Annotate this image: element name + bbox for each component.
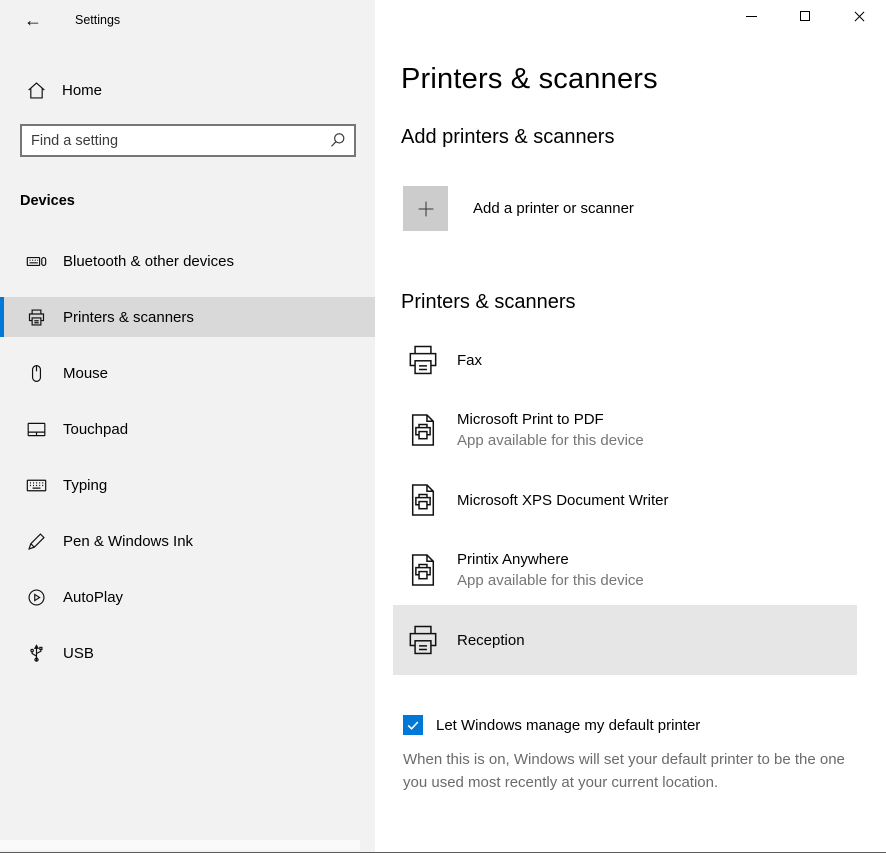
sidebar-section-label: Devices bbox=[20, 193, 375, 209]
printer-name: Fax bbox=[457, 352, 482, 369]
sidebar: ← Settings Home Devices bbox=[0, 0, 375, 852]
printer-row-fax[interactable]: Fax bbox=[393, 325, 857, 395]
printer-row-reception[interactable]: Reception bbox=[393, 605, 857, 675]
printer-name: Microsoft XPS Document Writer bbox=[457, 492, 668, 509]
add-printer-label: Add a printer or scanner bbox=[473, 200, 634, 217]
printer-text: Microsoft XPS Document Writer bbox=[457, 492, 668, 509]
usb-icon bbox=[25, 642, 47, 664]
printer-icon bbox=[403, 620, 443, 660]
default-printer-description: When this is on, Windows will set your d… bbox=[403, 748, 861, 794]
sidebar-nav: Bluetooth & other devices Printers & sca… bbox=[0, 241, 375, 673]
printer-text: Printix Anywhere App available for this … bbox=[457, 551, 644, 589]
sidebar-content: Home Devices Bluetooth & other devices bbox=[0, 0, 375, 673]
printer-app-icon bbox=[403, 410, 443, 450]
printer-name: Printix Anywhere bbox=[457, 551, 644, 568]
search-icon[interactable] bbox=[320, 131, 354, 150]
printer-status: App available for this device bbox=[457, 432, 644, 449]
printer-icon bbox=[25, 306, 47, 328]
window-controls bbox=[724, 0, 886, 32]
sidebar-item-usb[interactable]: USB bbox=[0, 633, 375, 673]
close-icon bbox=[854, 11, 865, 22]
main-content: Printers & scanners Add printers & scann… bbox=[375, 0, 886, 852]
printer-icon bbox=[403, 340, 443, 380]
sidebar-item-pen[interactable]: Pen & Windows Ink bbox=[0, 521, 375, 561]
sidebar-item-label: Printers & scanners bbox=[63, 309, 194, 326]
sidebar-item-label: Mouse bbox=[63, 365, 108, 382]
printer-text: Fax bbox=[457, 352, 482, 369]
back-button[interactable]: ← bbox=[12, 5, 54, 35]
home-icon bbox=[25, 79, 47, 101]
printer-status: App available for this device bbox=[457, 572, 644, 589]
minimize-icon bbox=[746, 16, 757, 17]
close-button[interactable] bbox=[832, 0, 886, 32]
printer-text: Reception bbox=[457, 632, 525, 649]
sidebar-item-bluetooth[interactable]: Bluetooth & other devices bbox=[0, 241, 375, 281]
printer-row-ms-xps-writer[interactable]: Microsoft XPS Document Writer bbox=[393, 465, 857, 535]
sidebar-item-typing[interactable]: Typing bbox=[0, 465, 375, 505]
app-title: Settings bbox=[75, 13, 120, 27]
printer-list: Fax Microsoft Print to PDF App available… bbox=[393, 325, 857, 675]
printer-row-ms-print-to-pdf[interactable]: Microsoft Print to PDF App available for… bbox=[393, 395, 857, 465]
sidebar-item-label: Typing bbox=[63, 477, 107, 494]
default-printer-section: Let Windows manage my default printer Wh… bbox=[403, 715, 886, 794]
maximize-icon bbox=[800, 11, 810, 21]
default-printer-checkbox-label: Let Windows manage my default printer bbox=[436, 717, 700, 734]
sidebar-item-label: Touchpad bbox=[63, 421, 128, 438]
sidebar-item-printers[interactable]: Printers & scanners bbox=[0, 297, 375, 337]
bluetooth-devices-icon bbox=[25, 250, 47, 272]
printer-app-icon bbox=[403, 480, 443, 520]
mouse-icon bbox=[25, 362, 47, 384]
search-input[interactable] bbox=[22, 126, 320, 155]
sidebar-item-mouse[interactable]: Mouse bbox=[0, 353, 375, 393]
default-printer-checkbox-row: Let Windows manage my default printer bbox=[403, 715, 886, 735]
plus-icon bbox=[415, 198, 437, 220]
sidebar-item-label: Pen & Windows Ink bbox=[63, 533, 193, 550]
add-section-heading: Add printers & scanners bbox=[401, 126, 886, 149]
printer-app-icon bbox=[403, 550, 443, 590]
minimize-button[interactable] bbox=[724, 0, 778, 32]
sidebar-item-label: AutoPlay bbox=[63, 589, 123, 606]
sidebar-item-autoplay[interactable]: AutoPlay bbox=[0, 577, 375, 617]
add-printer-button[interactable] bbox=[403, 186, 448, 231]
autoplay-icon bbox=[25, 586, 47, 608]
default-printer-checkbox[interactable] bbox=[403, 715, 423, 735]
printer-name: Microsoft Print to PDF bbox=[457, 411, 644, 428]
pen-icon bbox=[25, 530, 47, 552]
checkmark-icon bbox=[405, 717, 421, 733]
page-title: Printers & scanners bbox=[401, 63, 886, 96]
maximize-button[interactable] bbox=[778, 0, 832, 32]
settings-window: ← Settings Home Devices bbox=[0, 0, 886, 853]
touchpad-icon bbox=[25, 418, 47, 440]
sidebar-item-label: Bluetooth & other devices bbox=[63, 253, 234, 270]
sidebar-item-home[interactable]: Home bbox=[0, 70, 375, 110]
sidebar-item-label: USB bbox=[63, 645, 94, 662]
printers-section-heading: Printers & scanners bbox=[401, 291, 886, 314]
printer-text: Microsoft Print to PDF App available for… bbox=[457, 411, 644, 449]
printer-row-printix-anywhere[interactable]: Printix Anywhere App available for this … bbox=[393, 535, 857, 605]
home-label: Home bbox=[62, 82, 102, 99]
keyboard-icon bbox=[25, 474, 47, 496]
sidebar-horizontal-scrollbar[interactable] bbox=[0, 840, 360, 850]
sidebar-item-touchpad[interactable]: Touchpad bbox=[0, 409, 375, 449]
printer-name: Reception bbox=[457, 632, 525, 649]
search-box bbox=[20, 124, 356, 157]
add-printer-row: Add a printer or scanner bbox=[403, 186, 886, 231]
